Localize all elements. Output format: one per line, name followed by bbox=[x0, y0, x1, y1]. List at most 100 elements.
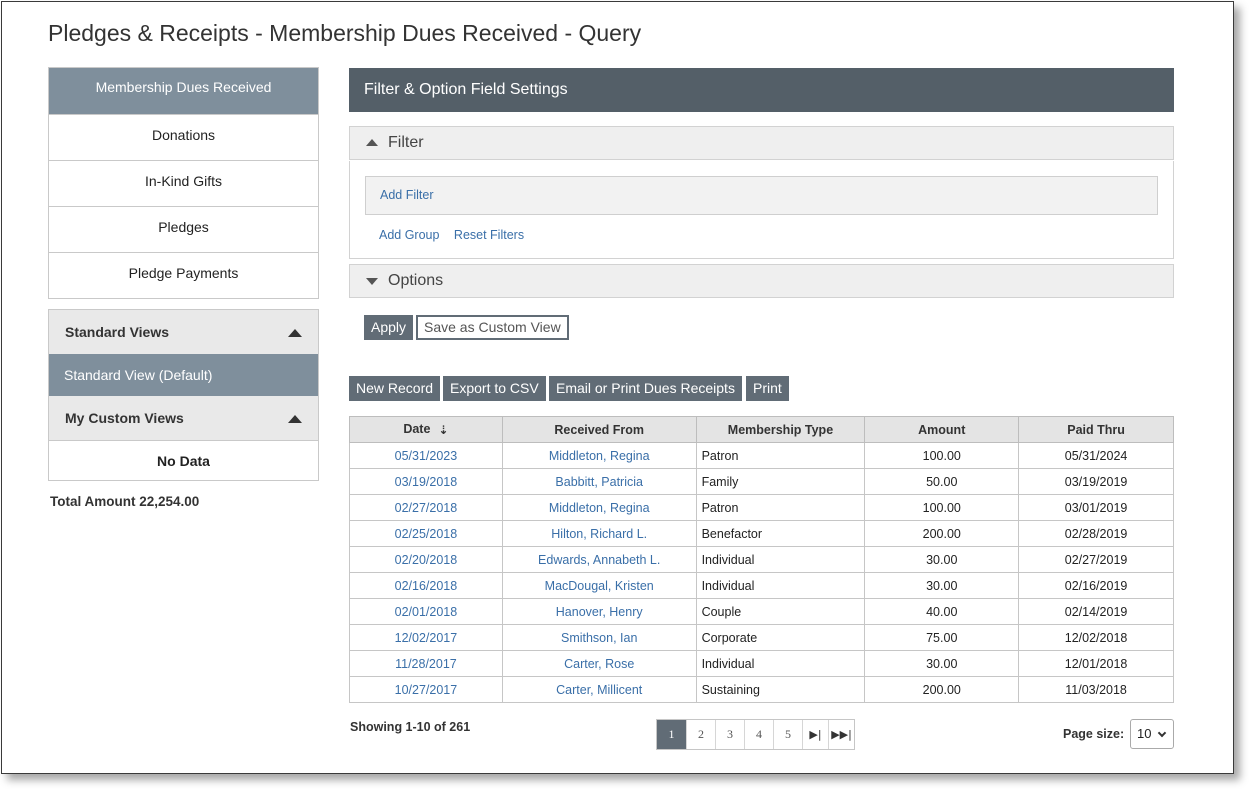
page-title: Pledges & Receipts - Membership Dues Rec… bbox=[48, 20, 642, 46]
row-amount: 75.00 bbox=[864, 624, 1020, 651]
my-custom-views-header[interactable]: My Custom Views bbox=[49, 396, 318, 440]
row-date-link[interactable]: 02/27/2018 bbox=[349, 494, 503, 521]
page-size-value: 10 bbox=[1137, 726, 1152, 741]
sidebar-item-pledges[interactable]: Pledges bbox=[49, 206, 318, 252]
chevron-down-icon bbox=[1157, 728, 1167, 738]
row-membership-type: Individual bbox=[695, 650, 866, 677]
email-print-receipts-button[interactable]: Email or Print Dues Receipts bbox=[549, 376, 742, 401]
page-5-button[interactable]: 5 bbox=[773, 720, 802, 749]
row-paid-thru: 12/01/2018 bbox=[1018, 650, 1174, 677]
column-header-amount[interactable]: Amount bbox=[864, 416, 1020, 443]
row-paid-thru: 11/03/2018 bbox=[1018, 676, 1174, 703]
row-received-from-link[interactable]: Hanover, Henry bbox=[501, 598, 697, 625]
table-row: 02/27/2018 Middleton, Regina Patron 100.… bbox=[349, 494, 1174, 521]
page-2-button[interactable]: 2 bbox=[686, 720, 715, 749]
row-membership-type: Patron bbox=[695, 442, 866, 469]
column-header-received-from[interactable]: Received From bbox=[501, 416, 697, 443]
standard-views-label: Standard Views bbox=[65, 324, 170, 340]
pagination: 1 2 3 4 5 ▶︎| ▶▶| bbox=[656, 719, 855, 750]
sidebar-item-membership-dues[interactable]: Membership Dues Received bbox=[49, 68, 318, 114]
column-header-membership-type[interactable]: Membership Type bbox=[695, 416, 866, 443]
table-row: 12/02/2017 Smithson, Ian Corporate 75.00… bbox=[349, 624, 1174, 651]
filter-group-links: Add Group Reset Filters bbox=[379, 226, 534, 244]
row-date-link[interactable]: 02/20/2018 bbox=[349, 546, 503, 573]
options-section-toggle[interactable]: Options bbox=[349, 264, 1174, 298]
sidebar-nav: Membership Dues Received Donations In-Ki… bbox=[48, 67, 319, 299]
row-amount: 30.00 bbox=[864, 650, 1020, 677]
table-row: 05/31/2023 Middleton, Regina Patron 100.… bbox=[349, 442, 1174, 469]
row-received-from-link[interactable]: Babbitt, Patricia bbox=[501, 468, 697, 495]
sidebar-item-in-kind-gifts[interactable]: In-Kind Gifts bbox=[49, 160, 318, 206]
collapse-standard-views-icon[interactable] bbox=[288, 329, 302, 337]
next-page-icon[interactable]: ▶︎| bbox=[802, 720, 828, 749]
row-date-link[interactable]: 11/28/2017 bbox=[349, 650, 503, 677]
sidebar-item-pledge-payments[interactable]: Pledge Payments bbox=[49, 252, 318, 298]
row-received-from-link[interactable]: Carter, Millicent bbox=[501, 676, 697, 703]
table-row: 03/19/2018 Babbitt, Patricia Family 50.0… bbox=[349, 468, 1174, 495]
standard-view-default[interactable]: Standard View (Default) bbox=[49, 354, 318, 396]
row-date-link[interactable]: 10/27/2017 bbox=[349, 676, 503, 703]
row-paid-thru: 03/19/2019 bbox=[1018, 468, 1174, 495]
column-header-paid-thru[interactable]: Paid Thru bbox=[1018, 416, 1174, 443]
filter-box: Add Filter bbox=[365, 176, 1158, 215]
filter-section-toggle[interactable]: Filter bbox=[349, 126, 1174, 160]
row-date-link[interactable]: 02/16/2018 bbox=[349, 572, 503, 599]
row-paid-thru: 02/16/2019 bbox=[1018, 572, 1174, 599]
sort-descending-icon[interactable]: ⇣ bbox=[438, 423, 448, 437]
row-membership-type: Individual bbox=[695, 546, 866, 573]
row-amount: 30.00 bbox=[864, 546, 1020, 573]
row-received-from-link[interactable]: Middleton, Regina bbox=[501, 494, 697, 521]
save-custom-view-button[interactable]: Save as Custom View bbox=[416, 315, 569, 340]
row-date-link[interactable]: 02/25/2018 bbox=[349, 520, 503, 547]
views-panel: Standard Views Standard View (Default) M… bbox=[48, 309, 319, 481]
apply-button[interactable]: Apply bbox=[364, 315, 414, 340]
row-date-link[interactable]: 03/19/2018 bbox=[349, 468, 503, 495]
app-window: Pledges & Receipts - Membership Dues Rec… bbox=[1, 1, 1234, 774]
row-received-from-link[interactable]: Carter, Rose bbox=[501, 650, 697, 677]
no-data-text: No Data bbox=[49, 440, 318, 480]
row-paid-thru: 05/31/2024 bbox=[1018, 442, 1174, 469]
table-row: 02/16/2018 MacDougal, Kristen Individual… bbox=[349, 572, 1174, 599]
row-amount: 40.00 bbox=[864, 598, 1020, 625]
sidebar-item-donations[interactable]: Donations bbox=[49, 114, 318, 160]
table-row: 10/27/2017 Carter, Millicent Sustaining … bbox=[349, 676, 1174, 703]
add-group-link[interactable]: Add Group bbox=[379, 228, 439, 242]
row-membership-type: Sustaining bbox=[695, 676, 866, 703]
table-row: 02/20/2018 Edwards, Annabeth L. Individu… bbox=[349, 546, 1174, 573]
row-amount: 50.00 bbox=[864, 468, 1020, 495]
filter-body: Add Filter Add Group Reset Filters bbox=[349, 161, 1174, 259]
row-paid-thru: 03/01/2019 bbox=[1018, 494, 1174, 521]
row-membership-type: Couple bbox=[695, 598, 866, 625]
last-page-icon[interactable]: ▶▶| bbox=[828, 720, 854, 749]
reset-filters-link[interactable]: Reset Filters bbox=[454, 228, 524, 242]
export-csv-button[interactable]: Export to CSV bbox=[443, 376, 546, 401]
page-size-select[interactable]: 10 bbox=[1130, 719, 1174, 749]
row-amount: 100.00 bbox=[864, 442, 1020, 469]
add-filter-link[interactable]: Add Filter bbox=[380, 188, 434, 202]
row-received-from-link[interactable]: MacDougal, Kristen bbox=[501, 572, 697, 599]
standard-views-header[interactable]: Standard Views bbox=[49, 310, 318, 354]
row-paid-thru: 02/28/2019 bbox=[1018, 520, 1174, 547]
triangle-up-icon bbox=[366, 139, 378, 146]
options-label: Options bbox=[388, 272, 444, 289]
collapse-custom-views-icon[interactable] bbox=[288, 415, 302, 423]
page-1-button[interactable]: 1 bbox=[657, 720, 686, 749]
row-received-from-link[interactable]: Hilton, Richard L. bbox=[501, 520, 697, 547]
page-3-button[interactable]: 3 bbox=[715, 720, 744, 749]
print-button[interactable]: Print bbox=[746, 376, 789, 401]
dues-table: Date ⇣ Received From Membership Type Amou… bbox=[349, 416, 1174, 703]
row-date-link[interactable]: 02/01/2018 bbox=[349, 598, 503, 625]
row-amount: 200.00 bbox=[864, 676, 1020, 703]
row-received-from-link[interactable]: Smithson, Ian bbox=[501, 624, 697, 651]
page-4-button[interactable]: 4 bbox=[744, 720, 773, 749]
row-membership-type: Corporate bbox=[695, 624, 866, 651]
row-date-link[interactable]: 12/02/2017 bbox=[349, 624, 503, 651]
row-membership-type: Family bbox=[695, 468, 866, 495]
row-amount: 30.00 bbox=[864, 572, 1020, 599]
row-amount: 200.00 bbox=[864, 520, 1020, 547]
row-received-from-link[interactable]: Middleton, Regina bbox=[501, 442, 697, 469]
new-record-button[interactable]: New Record bbox=[349, 376, 441, 401]
row-date-link[interactable]: 05/31/2023 bbox=[349, 442, 503, 469]
column-header-date[interactable]: Date ⇣ bbox=[349, 416, 503, 443]
row-received-from-link[interactable]: Edwards, Annabeth L. bbox=[501, 546, 697, 573]
